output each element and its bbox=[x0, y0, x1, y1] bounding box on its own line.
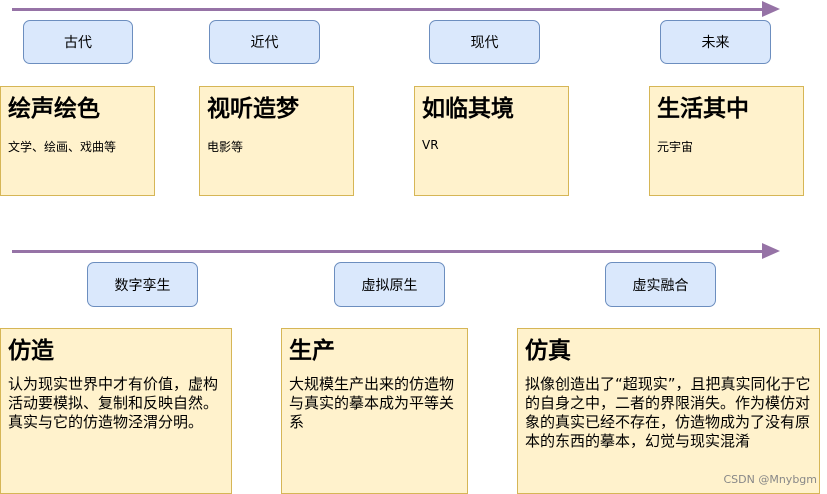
stage-digital-twin: 数字孪生 bbox=[87, 262, 198, 307]
card-subtitle: 文学、绘画、戏曲等 bbox=[8, 140, 117, 154]
card-ancient: 绘声绘色 文学、绘画、戏曲等 bbox=[0, 86, 155, 196]
timeline-arrowhead-bottom bbox=[762, 243, 780, 259]
timeline-arrowhead-top bbox=[762, 1, 780, 17]
card-title: 仿真 bbox=[525, 338, 571, 364]
card-contemporary: 如临其境 VR bbox=[414, 86, 569, 196]
card-subtitle: 电影等 bbox=[207, 140, 244, 154]
card-modern-early: 视听造梦 电影等 bbox=[199, 86, 354, 196]
card-title: 仿造 bbox=[8, 338, 54, 364]
era-contemporary: 现代 bbox=[429, 20, 540, 64]
card-title: 如临其境 bbox=[422, 96, 514, 122]
stage-virtual-native: 虚拟原生 bbox=[334, 262, 445, 307]
era-modern-early: 近代 bbox=[209, 20, 320, 64]
card-subtitle: VR bbox=[422, 138, 439, 152]
card-title: 绘声绘色 bbox=[8, 96, 100, 122]
card-body: 拟像创造出了“超现实”，且把真实同化于它的自身之中，二者的界限消失。作为模仿对象… bbox=[525, 375, 811, 450]
card-subtitle: 元宇宙 bbox=[657, 140, 694, 154]
card-title: 生产 bbox=[289, 338, 335, 364]
timeline-arrow-bottom bbox=[12, 250, 764, 253]
timeline-arrow-top bbox=[12, 8, 764, 11]
card-imitation: 仿造 认为现实世界中才有价值，虚构活动要模拟、复制和反映自然。真实与它的仿造物泾… bbox=[0, 328, 232, 494]
card-title: 视听造梦 bbox=[207, 96, 299, 122]
stage-virtual-real-fusion: 虚实融合 bbox=[605, 262, 716, 307]
era-future: 未来 bbox=[660, 20, 771, 64]
card-title: 生活其中 bbox=[657, 96, 749, 122]
card-production: 生产 大规模生产出来的仿造物与真实的摹本成为平等关系 bbox=[281, 328, 468, 494]
watermark: CSDN @Mnybgm bbox=[723, 473, 817, 486]
card-body: 大规模生产出来的仿造物与真实的摹本成为平等关系 bbox=[289, 375, 455, 431]
card-simulation: 仿真 拟像创造出了“超现实”，且把真实同化于它的自身之中，二者的界限消失。作为模… bbox=[517, 328, 820, 494]
era-ancient: 古代 bbox=[23, 20, 133, 64]
card-future: 生活其中 元宇宙 bbox=[649, 86, 804, 196]
card-body: 认为现实世界中才有价值，虚构活动要模拟、复制和反映自然。真实与它的仿造物泾渭分明… bbox=[8, 375, 219, 431]
